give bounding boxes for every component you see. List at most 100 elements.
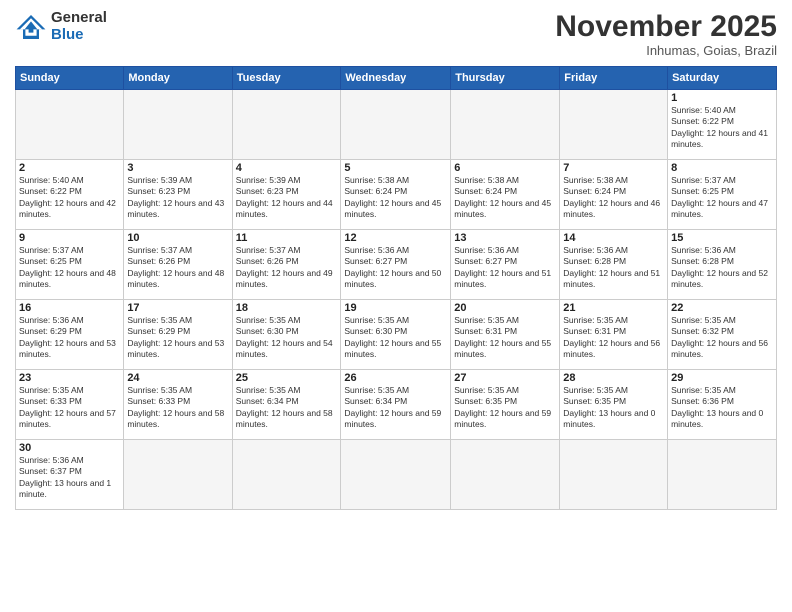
calendar-cell: 12Sunrise: 5:36 AM Sunset: 6:27 PM Dayli… xyxy=(341,230,451,300)
day-info: Sunrise: 5:37 AM Sunset: 6:25 PM Dayligh… xyxy=(671,175,773,221)
day-number: 13 xyxy=(454,232,556,244)
day-info: Sunrise: 5:36 AM Sunset: 6:27 PM Dayligh… xyxy=(344,245,447,291)
header: General Blue November 2025 Inhumas, Goia… xyxy=(15,10,777,58)
calendar-cell xyxy=(560,440,668,510)
day-number: 11 xyxy=(236,232,338,244)
day-number: 22 xyxy=(671,302,773,314)
day-number: 8 xyxy=(671,162,773,174)
day-info: Sunrise: 5:39 AM Sunset: 6:23 PM Dayligh… xyxy=(127,175,228,221)
calendar-cell: 5Sunrise: 5:38 AM Sunset: 6:24 PM Daylig… xyxy=(341,160,451,230)
logo: General Blue xyxy=(15,10,107,43)
day-number: 10 xyxy=(127,232,228,244)
calendar-cell: 20Sunrise: 5:35 AM Sunset: 6:31 PM Dayli… xyxy=(451,300,560,370)
day-number: 18 xyxy=(236,302,338,314)
calendar: SundayMondayTuesdayWednesdayThursdayFrid… xyxy=(15,66,777,510)
day-info: Sunrise: 5:35 AM Sunset: 6:29 PM Dayligh… xyxy=(127,315,228,361)
logo-text: General Blue xyxy=(51,10,107,43)
calendar-cell xyxy=(124,90,232,160)
calendar-cell: 30Sunrise: 5:36 AM Sunset: 6:37 PM Dayli… xyxy=(16,440,124,510)
day-number: 7 xyxy=(563,162,664,174)
day-number: 28 xyxy=(563,372,664,384)
calendar-cell: 23Sunrise: 5:35 AM Sunset: 6:33 PM Dayli… xyxy=(16,370,124,440)
day-info: Sunrise: 5:36 AM Sunset: 6:37 PM Dayligh… xyxy=(19,455,120,501)
logo-icon xyxy=(15,13,47,41)
day-number: 29 xyxy=(671,372,773,384)
calendar-header-row: SundayMondayTuesdayWednesdayThursdayFrid… xyxy=(16,67,777,90)
day-number: 9 xyxy=(19,232,120,244)
calendar-week-row: 16Sunrise: 5:36 AM Sunset: 6:29 PM Dayli… xyxy=(16,300,777,370)
day-info: Sunrise: 5:35 AM Sunset: 6:30 PM Dayligh… xyxy=(344,315,447,361)
day-number: 5 xyxy=(344,162,447,174)
day-info: Sunrise: 5:35 AM Sunset: 6:31 PM Dayligh… xyxy=(563,315,664,361)
calendar-cell: 14Sunrise: 5:36 AM Sunset: 6:28 PM Dayli… xyxy=(560,230,668,300)
day-number: 16 xyxy=(19,302,120,314)
calendar-cell: 27Sunrise: 5:35 AM Sunset: 6:35 PM Dayli… xyxy=(451,370,560,440)
day-info: Sunrise: 5:40 AM Sunset: 6:22 PM Dayligh… xyxy=(671,105,773,151)
day-number: 21 xyxy=(563,302,664,314)
calendar-cell: 11Sunrise: 5:37 AM Sunset: 6:26 PM Dayli… xyxy=(232,230,341,300)
day-number: 1 xyxy=(671,92,773,104)
day-info: Sunrise: 5:38 AM Sunset: 6:24 PM Dayligh… xyxy=(563,175,664,221)
calendar-cell: 3Sunrise: 5:39 AM Sunset: 6:23 PM Daylig… xyxy=(124,160,232,230)
day-info: Sunrise: 5:36 AM Sunset: 6:28 PM Dayligh… xyxy=(671,245,773,291)
day-number: 15 xyxy=(671,232,773,244)
day-number: 26 xyxy=(344,372,447,384)
day-info: Sunrise: 5:36 AM Sunset: 6:28 PM Dayligh… xyxy=(563,245,664,291)
calendar-cell: 16Sunrise: 5:36 AM Sunset: 6:29 PM Dayli… xyxy=(16,300,124,370)
day-number: 3 xyxy=(127,162,228,174)
calendar-cell: 21Sunrise: 5:35 AM Sunset: 6:31 PM Dayli… xyxy=(560,300,668,370)
calendar-cell xyxy=(232,440,341,510)
calendar-cell: 17Sunrise: 5:35 AM Sunset: 6:29 PM Dayli… xyxy=(124,300,232,370)
calendar-cell: 28Sunrise: 5:35 AM Sunset: 6:35 PM Dayli… xyxy=(560,370,668,440)
day-info: Sunrise: 5:37 AM Sunset: 6:26 PM Dayligh… xyxy=(127,245,228,291)
day-info: Sunrise: 5:37 AM Sunset: 6:26 PM Dayligh… xyxy=(236,245,338,291)
day-info: Sunrise: 5:35 AM Sunset: 6:32 PM Dayligh… xyxy=(671,315,773,361)
calendar-cell: 2Sunrise: 5:40 AM Sunset: 6:22 PM Daylig… xyxy=(16,160,124,230)
calendar-cell: 22Sunrise: 5:35 AM Sunset: 6:32 PM Dayli… xyxy=(668,300,777,370)
calendar-week-row: 30Sunrise: 5:36 AM Sunset: 6:37 PM Dayli… xyxy=(16,440,777,510)
calendar-cell: 15Sunrise: 5:36 AM Sunset: 6:28 PM Dayli… xyxy=(668,230,777,300)
day-info: Sunrise: 5:35 AM Sunset: 6:33 PM Dayligh… xyxy=(127,385,228,431)
day-info: Sunrise: 5:38 AM Sunset: 6:24 PM Dayligh… xyxy=(454,175,556,221)
day-number: 23 xyxy=(19,372,120,384)
calendar-header-monday: Monday xyxy=(124,67,232,90)
calendar-cell xyxy=(124,440,232,510)
day-number: 30 xyxy=(19,442,120,454)
day-number: 6 xyxy=(454,162,556,174)
day-info: Sunrise: 5:35 AM Sunset: 6:33 PM Dayligh… xyxy=(19,385,120,431)
calendar-cell: 19Sunrise: 5:35 AM Sunset: 6:30 PM Dayli… xyxy=(341,300,451,370)
calendar-header-tuesday: Tuesday xyxy=(232,67,341,90)
calendar-cell: 24Sunrise: 5:35 AM Sunset: 6:33 PM Dayli… xyxy=(124,370,232,440)
day-info: Sunrise: 5:36 AM Sunset: 6:29 PM Dayligh… xyxy=(19,315,120,361)
day-info: Sunrise: 5:37 AM Sunset: 6:25 PM Dayligh… xyxy=(19,245,120,291)
calendar-cell xyxy=(560,90,668,160)
calendar-cell: 6Sunrise: 5:38 AM Sunset: 6:24 PM Daylig… xyxy=(451,160,560,230)
calendar-header-friday: Friday xyxy=(560,67,668,90)
calendar-cell xyxy=(341,440,451,510)
calendar-cell: 9Sunrise: 5:37 AM Sunset: 6:25 PM Daylig… xyxy=(16,230,124,300)
day-number: 24 xyxy=(127,372,228,384)
day-number: 19 xyxy=(344,302,447,314)
day-number: 17 xyxy=(127,302,228,314)
calendar-cell xyxy=(451,90,560,160)
day-number: 12 xyxy=(344,232,447,244)
calendar-cell: 10Sunrise: 5:37 AM Sunset: 6:26 PM Dayli… xyxy=(124,230,232,300)
day-info: Sunrise: 5:39 AM Sunset: 6:23 PM Dayligh… xyxy=(236,175,338,221)
day-number: 2 xyxy=(19,162,120,174)
calendar-header-thursday: Thursday xyxy=(451,67,560,90)
page: General Blue November 2025 Inhumas, Goia… xyxy=(0,0,792,612)
calendar-header-wednesday: Wednesday xyxy=(341,67,451,90)
day-info: Sunrise: 5:35 AM Sunset: 6:34 PM Dayligh… xyxy=(236,385,338,431)
calendar-cell: 29Sunrise: 5:35 AM Sunset: 6:36 PM Dayli… xyxy=(668,370,777,440)
calendar-cell: 8Sunrise: 5:37 AM Sunset: 6:25 PM Daylig… xyxy=(668,160,777,230)
day-number: 27 xyxy=(454,372,556,384)
calendar-cell: 1Sunrise: 5:40 AM Sunset: 6:22 PM Daylig… xyxy=(668,90,777,160)
subtitle: Inhumas, Goias, Brazil xyxy=(555,43,777,58)
calendar-cell: 4Sunrise: 5:39 AM Sunset: 6:23 PM Daylig… xyxy=(232,160,341,230)
day-number: 25 xyxy=(236,372,338,384)
calendar-week-row: 2Sunrise: 5:40 AM Sunset: 6:22 PM Daylig… xyxy=(16,160,777,230)
calendar-cell: 7Sunrise: 5:38 AM Sunset: 6:24 PM Daylig… xyxy=(560,160,668,230)
day-info: Sunrise: 5:35 AM Sunset: 6:34 PM Dayligh… xyxy=(344,385,447,431)
calendar-cell: 13Sunrise: 5:36 AM Sunset: 6:27 PM Dayli… xyxy=(451,230,560,300)
calendar-header-sunday: Sunday xyxy=(16,67,124,90)
